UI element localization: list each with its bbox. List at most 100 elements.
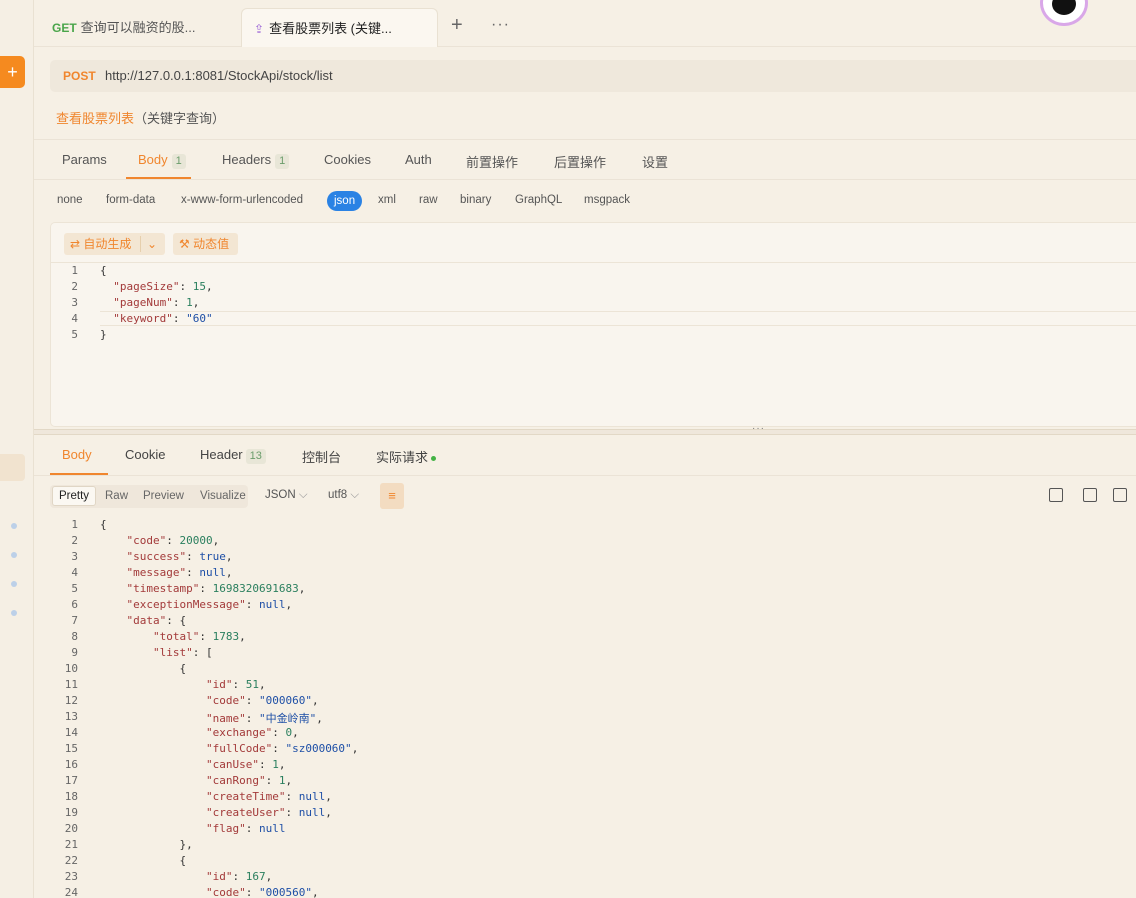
request-icon: ⇪ bbox=[254, 22, 265, 36]
divider bbox=[34, 139, 1136, 140]
tab-auth[interactable]: Auth bbox=[405, 152, 432, 167]
line-number: 5 bbox=[71, 582, 78, 595]
line-number: 10 bbox=[64, 662, 78, 675]
swap-icon: ⇄ bbox=[70, 237, 81, 251]
status-dot bbox=[431, 456, 437, 462]
pane-resize-handle[interactable]: ··· bbox=[34, 423, 1136, 435]
tab-cookies[interactable]: Cookies bbox=[324, 152, 371, 167]
current-line-highlight bbox=[100, 311, 1136, 326]
more-icon[interactable]: ··· bbox=[491, 16, 510, 34]
auto-generate-button[interactable]: ⇄ 自动生成 ⌄ bbox=[64, 233, 165, 255]
line-number: 1 bbox=[71, 518, 78, 531]
rail-selected-item[interactable] bbox=[0, 454, 25, 481]
tab-settings[interactable]: 设置 bbox=[642, 152, 668, 171]
code-line: "fullCode": "sz000060", bbox=[205, 742, 359, 755]
code-line: "flag": null bbox=[205, 822, 286, 835]
body-type-binary[interactable]: binary bbox=[460, 194, 491, 206]
line-number: 12 bbox=[64, 694, 78, 707]
resp-tab-body[interactable]: Body bbox=[62, 447, 92, 462]
copy-icon[interactable] bbox=[1113, 488, 1127, 502]
line-number: 24 bbox=[64, 886, 78, 898]
line-number: 11 bbox=[64, 678, 78, 691]
line-number: 16 bbox=[64, 758, 78, 771]
view-pretty[interactable]: Pretty bbox=[52, 486, 97, 506]
code-line: { bbox=[100, 854, 187, 867]
url-bar[interactable]: POST http://127.0.0.1:8081/StockApi/stoc… bbox=[50, 60, 1136, 92]
tab-bar: GET 查询可以融资的股... ⇪ 查看股票列表 (关键... + ··· bbox=[34, 0, 1136, 47]
encoding-select[interactable]: utf8 ⌵ bbox=[328, 489, 359, 502]
dynamic-value-button[interactable]: ⚒ 动态值 bbox=[173, 233, 238, 255]
line-number: 3 bbox=[71, 550, 78, 563]
download-icon[interactable] bbox=[1083, 488, 1097, 502]
format-select[interactable]: JSON ⌵ bbox=[265, 489, 308, 502]
line-number: 20 bbox=[64, 822, 78, 835]
line-number: 17 bbox=[64, 774, 78, 787]
line-number: 9 bbox=[71, 646, 78, 659]
code-line: "success": true, bbox=[126, 550, 233, 563]
count-badge: 13 bbox=[245, 449, 266, 464]
response-code: 1 {2 "code": 20000, 3 "success": true, 4 "m… bbox=[50, 518, 1136, 898]
resp-tab-console[interactable]: 控制台 bbox=[302, 447, 341, 466]
magic-icon: ⚒ bbox=[179, 237, 190, 251]
body-type-none[interactable]: none bbox=[57, 194, 83, 206]
line-number: 13 bbox=[64, 710, 78, 723]
code-line: "exchange": 0, bbox=[205, 726, 299, 739]
resp-tab-header[interactable]: Header 13 bbox=[200, 447, 266, 464]
rail-dot bbox=[11, 610, 17, 616]
add-tab-button[interactable]: + bbox=[451, 14, 463, 37]
method-select[interactable]: POST bbox=[63, 60, 96, 92]
count-badge: 1 bbox=[171, 154, 186, 169]
request-code[interactable]: 1 {2 "pageSize": 15, 3 "pageNum": 1, 4 "key… bbox=[50, 264, 1136, 344]
code-line: { bbox=[100, 518, 107, 531]
tab-headers[interactable]: Headers 1 bbox=[222, 152, 290, 169]
view-raw[interactable]: Raw bbox=[105, 490, 128, 502]
tab-post-script[interactable]: 后置操作 bbox=[554, 152, 606, 171]
tab-body[interactable]: Body 1 bbox=[138, 152, 186, 169]
tab-post-request[interactable]: ⇪ 查看股票列表 (关键... bbox=[241, 8, 438, 47]
editor-toolbar: ⇄ 自动生成 ⌄ ⚒ 动态值 bbox=[51, 223, 1136, 263]
line-number: 5 bbox=[71, 328, 78, 341]
request-name[interactable]: 查看股票列表 bbox=[56, 111, 134, 126]
resp-tab-cookie[interactable]: Cookie bbox=[125, 447, 165, 462]
scroll-top-icon[interactable] bbox=[1049, 488, 1063, 502]
url-input[interactable]: http://127.0.0.1:8081/StockApi/stock/lis… bbox=[105, 60, 333, 92]
body-type-raw[interactable]: raw bbox=[419, 194, 438, 206]
code-line: "canRong": 1, bbox=[205, 774, 293, 787]
rail-dot bbox=[11, 552, 17, 558]
line-number: 4 bbox=[71, 566, 78, 579]
rail-dot bbox=[11, 523, 17, 529]
code-line: } bbox=[100, 328, 107, 341]
code-line: "message": null, bbox=[126, 566, 233, 579]
line-number: 14 bbox=[64, 726, 78, 739]
code-line: "code": "000560", bbox=[205, 886, 319, 898]
line-number: 19 bbox=[64, 806, 78, 819]
line-number: 22 bbox=[64, 854, 78, 867]
app-logo-icon bbox=[1040, 0, 1088, 26]
code-line: "name": "中金岭南", bbox=[205, 712, 323, 725]
tab-get-request[interactable]: GET 查询可以融资的股... bbox=[34, 8, 241, 47]
tab-params[interactable]: Params bbox=[62, 152, 107, 167]
tab-pre-script[interactable]: 前置操作 bbox=[466, 152, 518, 171]
tab-label: 查看股票列表 (关键... bbox=[269, 21, 392, 36]
body-type-xml[interactable]: xml bbox=[378, 194, 396, 206]
body-type-urlencoded[interactable]: x-www-form-urlencoded bbox=[181, 194, 303, 206]
view-preview[interactable]: Preview bbox=[143, 490, 184, 502]
resp-tab-actual-request[interactable]: 实际请求 bbox=[376, 447, 437, 466]
code-line: "code": "000060", bbox=[205, 694, 319, 707]
line-number: 7 bbox=[71, 614, 78, 627]
code-line: "keyword": "60" bbox=[113, 312, 213, 325]
view-visualize[interactable]: Visualize bbox=[200, 490, 246, 502]
chevron-down-icon[interactable]: ⌄ bbox=[147, 233, 157, 255]
body-type-form-data[interactable]: form-data bbox=[106, 194, 155, 206]
code-line: "total": 1783, bbox=[152, 630, 246, 643]
code-line: "pageNum": 1, bbox=[113, 296, 200, 309]
body-type-msgpack[interactable]: msgpack bbox=[584, 194, 630, 206]
body-type-json[interactable]: json bbox=[327, 191, 363, 211]
method-badge: GET bbox=[52, 21, 77, 35]
body-type-graphql[interactable]: GraphQL bbox=[515, 194, 562, 206]
new-item-button[interactable]: + bbox=[0, 56, 25, 88]
line-number: 3 bbox=[71, 296, 78, 309]
word-wrap-icon[interactable]: ≡ bbox=[380, 483, 404, 509]
left-rail: + bbox=[0, 0, 34, 898]
code-line: "timestamp": 1698320691683, bbox=[126, 582, 306, 595]
